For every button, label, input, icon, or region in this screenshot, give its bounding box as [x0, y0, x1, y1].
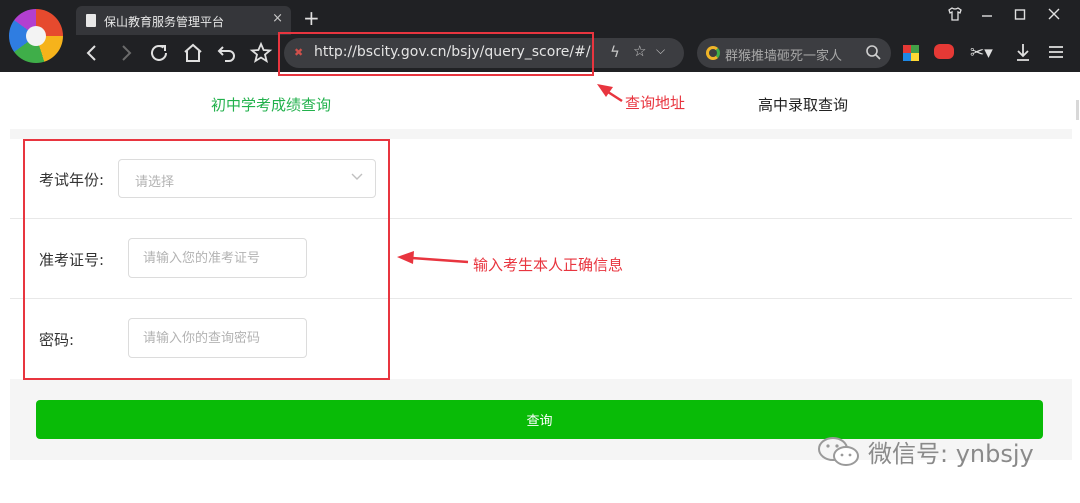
search-icon[interactable]	[865, 43, 881, 65]
home-icon[interactable]	[181, 41, 205, 65]
favorite-star-icon[interactable]: ☆	[633, 42, 646, 60]
back-icon[interactable]	[80, 41, 104, 65]
search-box[interactable]: 群猴推墙砸死一家人	[697, 38, 891, 68]
minimize-icon[interactable]	[976, 6, 998, 28]
reload-icon[interactable]	[147, 41, 171, 65]
forward-icon[interactable]	[114, 41, 138, 65]
close-tab-icon[interactable]: ×	[272, 11, 283, 26]
game-icon[interactable]	[934, 44, 954, 59]
chevron-down-icon[interactable]: ⌵	[656, 43, 665, 58]
watermark-text: 微信号: ynbsjy	[868, 440, 1034, 468]
undo-icon[interactable]	[215, 41, 239, 65]
browser-tab[interactable]: 保山教育服务管理平台 ×	[76, 6, 291, 35]
new-tab-button[interactable]: +	[303, 6, 320, 30]
form-note: 输入考生本人正确信息	[473, 256, 624, 274]
scissors-icon[interactable]: ✂▾	[970, 41, 993, 65]
download-icon[interactable]	[1014, 41, 1032, 70]
shirt-icon[interactable]	[944, 6, 966, 28]
tab-title: 保山教育服务管理平台	[104, 15, 225, 29]
tab-middle-school-score[interactable]: 初中学考成绩查询	[211, 94, 331, 115]
search-input[interactable]: 群猴推墙砸死一家人	[725, 45, 842, 64]
close-window-icon[interactable]	[1043, 6, 1065, 28]
menu-icon[interactable]	[1047, 41, 1065, 70]
bookmark-star-icon[interactable]	[249, 41, 273, 65]
page-icon	[86, 14, 96, 27]
address-highlight-box	[278, 32, 594, 76]
maximize-icon[interactable]	[1009, 6, 1031, 28]
apps-icon[interactable]	[903, 45, 919, 61]
scrollbar[interactable]	[1076, 100, 1079, 120]
address-note: 查询地址	[625, 94, 686, 112]
search-engine-icon	[706, 46, 720, 60]
lightning-icon[interactable]: ϟ	[610, 43, 620, 61]
browser-logo-icon[interactable]	[9, 9, 63, 63]
form-highlight-box	[23, 139, 390, 380]
wechat-icon	[818, 437, 859, 466]
tab-high-school-admission[interactable]: 高中录取查询	[758, 94, 848, 115]
